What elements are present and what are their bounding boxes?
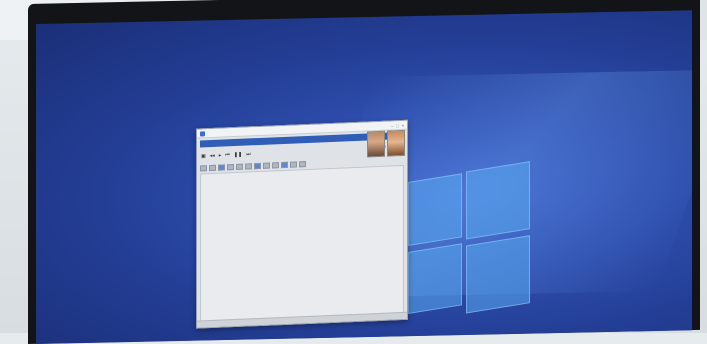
back-icon[interactable]: ◂◂ bbox=[210, 153, 215, 159]
minimize-icon[interactable]: – bbox=[391, 123, 393, 128]
mail-window[interactable]: – □ × ▣ ◂◂ ▸ ⏮ ❚❚ ⏭ 🗑 ⎘ ⚑ bbox=[196, 119, 408, 329]
logo-pane bbox=[408, 173, 462, 247]
logo-pane bbox=[408, 243, 462, 315]
skip-forward-icon[interactable]: ⏭ bbox=[246, 151, 251, 157]
skip-back-icon[interactable]: ⏮ bbox=[225, 152, 230, 158]
format-button[interactable] bbox=[227, 164, 234, 171]
format-button[interactable] bbox=[254, 162, 261, 170]
logo-pane bbox=[466, 161, 530, 240]
avatar[interactable] bbox=[367, 130, 385, 158]
format-button[interactable] bbox=[245, 163, 252, 170]
format-button[interactable] bbox=[272, 162, 279, 169]
logo-pane bbox=[466, 235, 530, 314]
pause-icon[interactable]: ❚❚ bbox=[234, 152, 242, 158]
format-button[interactable] bbox=[236, 163, 243, 170]
window-title bbox=[208, 126, 388, 134]
close-icon[interactable]: × bbox=[402, 122, 404, 127]
format-button[interactable] bbox=[200, 165, 207, 172]
desktop-screen: – □ × ▣ ◂◂ ▸ ⏮ ❚❚ ⏭ 🗑 ⎘ ⚑ bbox=[36, 10, 692, 344]
toolbar-spacer bbox=[255, 149, 376, 154]
format-button[interactable] bbox=[218, 164, 225, 171]
format-button[interactable] bbox=[209, 164, 216, 172]
save-icon[interactable]: ▣ bbox=[201, 153, 206, 159]
format-button[interactable] bbox=[263, 162, 270, 169]
format-button[interactable] bbox=[281, 161, 288, 169]
message-body[interactable] bbox=[200, 164, 404, 324]
forward-icon[interactable]: ▸ bbox=[219, 153, 222, 159]
windows-logo bbox=[408, 161, 530, 319]
maximize-icon[interactable]: □ bbox=[396, 123, 398, 128]
avatar[interactable] bbox=[387, 129, 405, 157]
format-button[interactable] bbox=[299, 161, 306, 168]
format-button[interactable] bbox=[290, 161, 297, 168]
contact-avatars bbox=[367, 129, 405, 158]
app-icon bbox=[200, 130, 205, 136]
window-controls: – □ × bbox=[391, 122, 404, 128]
